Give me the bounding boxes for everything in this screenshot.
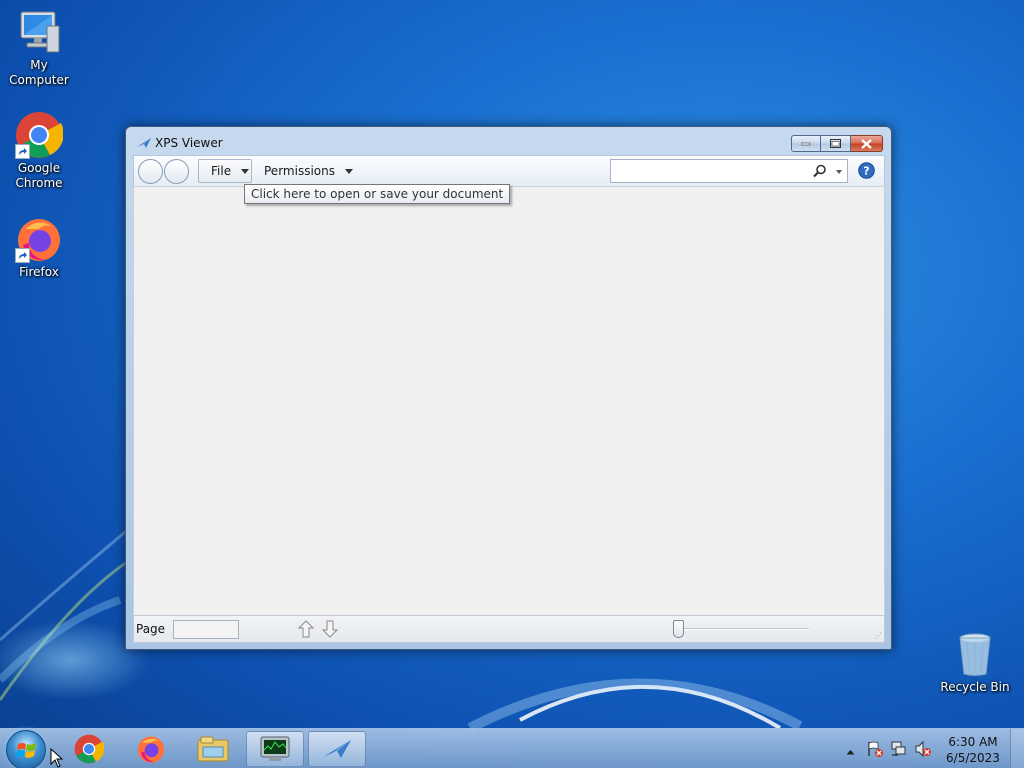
- status-bar: Page ⋰: [133, 615, 885, 643]
- clock-date: 6/5/2023: [946, 751, 1000, 765]
- previous-page-arrow-icon[interactable]: [297, 620, 315, 641]
- maximize-icon: [830, 139, 841, 148]
- action-center-flag-icon[interactable]: [866, 740, 884, 761]
- task-manager-icon: [260, 736, 290, 761]
- volume-muted-icon[interactable]: [914, 740, 932, 761]
- search-icon[interactable]: [813, 164, 827, 181]
- xps-viewer-icon: [323, 740, 351, 758]
- zoom-slider-track[interactable]: [679, 628, 809, 630]
- desktop-icon-google-chrome[interactable]: Google Chrome: [0, 111, 78, 191]
- help-icon[interactable]: ?: [858, 162, 875, 182]
- desktop-icon-label: My Computer: [9, 58, 69, 87]
- minimize-icon: [801, 142, 811, 145]
- firefox-icon: [137, 736, 165, 763]
- zoom-slider-thumb[interactable]: [673, 620, 684, 638]
- desktop-icon-my-computer[interactable]: My Computer: [0, 8, 78, 88]
- xps-viewer-icon: [136, 137, 152, 152]
- file-explorer-icon: [197, 736, 229, 762]
- shortcut-arrow-icon: [15, 144, 30, 159]
- taskbar-item-chrome[interactable]: [60, 731, 118, 767]
- file-menu-tooltip: Click here to open or save your document: [244, 184, 511, 204]
- taskbar-item-firefox[interactable]: [122, 731, 180, 767]
- forward-button[interactable]: [164, 159, 189, 184]
- chevron-down-icon: [241, 168, 250, 174]
- title-bar[interactable]: XPS Viewer: [126, 127, 891, 155]
- document-view-area[interactable]: [133, 187, 885, 615]
- permissions-menu-label: Permissions: [264, 164, 335, 178]
- desktop-icon-recycle-bin[interactable]: Recycle Bin: [936, 630, 1014, 695]
- chevron-down-icon: [344, 168, 353, 174]
- windows-logo-icon: [16, 743, 36, 758]
- taskbar: 6:30 AM 6/5/2023: [0, 728, 1024, 768]
- permissions-menu-button[interactable]: Permissions: [252, 159, 361, 183]
- network-icon[interactable]: [890, 740, 908, 761]
- page-number-input[interactable]: [173, 620, 239, 639]
- computer-icon: [15, 8, 63, 56]
- desktop-icon-label: Google Chrome: [15, 161, 63, 190]
- page-label: Page: [136, 622, 166, 636]
- maximize-button[interactable]: [821, 135, 851, 152]
- file-menu-button[interactable]: File: [198, 159, 252, 183]
- show-hidden-icons-icon[interactable]: [846, 744, 855, 758]
- window-title: XPS Viewer: [155, 136, 223, 150]
- chrome-icon: [74, 734, 104, 764]
- toolbar: File Permissions ?: [133, 155, 885, 187]
- file-menu-label: File: [211, 164, 232, 178]
- svg-text:?: ?: [863, 165, 869, 178]
- firefox-icon: [15, 215, 63, 263]
- search-input[interactable]: [610, 159, 848, 183]
- desktop-icon-firefox[interactable]: Firefox: [0, 215, 78, 280]
- close-icon: [861, 138, 872, 149]
- minimize-button[interactable]: [791, 135, 821, 152]
- chrome-icon: [15, 111, 64, 159]
- close-button[interactable]: [851, 135, 883, 152]
- back-button[interactable]: [138, 159, 163, 184]
- desktop-icon-label: Firefox: [19, 265, 59, 279]
- shortcut-arrow-icon: [15, 248, 30, 263]
- taskbar-item-file-explorer[interactable]: [184, 731, 242, 767]
- search-options-chevron-icon[interactable]: [836, 170, 842, 174]
- taskbar-clock[interactable]: 6:30 AM 6/5/2023: [940, 734, 1006, 766]
- clock-time: 6:30 AM: [948, 735, 998, 749]
- next-page-arrow-icon[interactable]: [321, 620, 339, 641]
- start-button[interactable]: [6, 730, 46, 768]
- taskbar-item-task-manager[interactable]: [246, 731, 304, 767]
- show-desktop-button[interactable]: [1010, 729, 1024, 768]
- resize-grip-icon[interactable]: ⋰: [874, 631, 882, 640]
- recycle-bin-icon: [951, 630, 999, 678]
- taskbar-item-xps-viewer[interactable]: [308, 731, 366, 767]
- mouse-cursor-icon: [50, 748, 64, 768]
- desktop-icon-label: Recycle Bin: [940, 680, 1010, 694]
- xps-viewer-window[interactable]: XPS Viewer File Permissions ? Page ⋰: [125, 126, 892, 650]
